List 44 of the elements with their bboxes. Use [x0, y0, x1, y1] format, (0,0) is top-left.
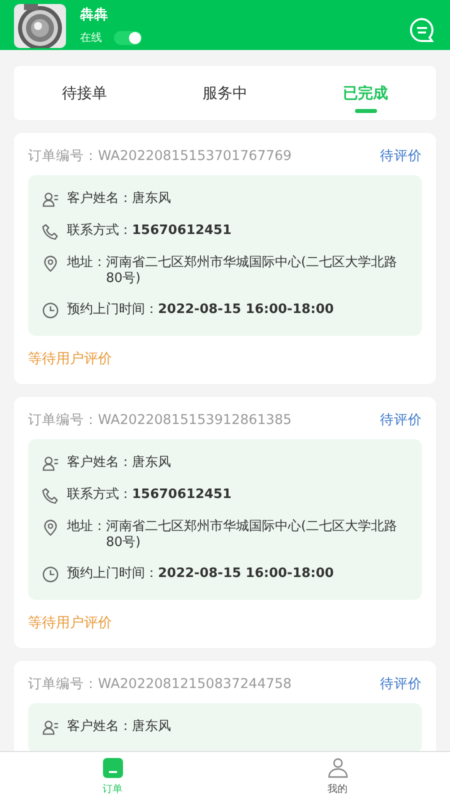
field-label: 预约上门时间： [67, 302, 158, 318]
field-label: 联系方式： [67, 487, 132, 503]
order-status: 待评价 [380, 411, 422, 429]
field-label: 联系方式： [67, 223, 132, 239]
field-value: 河南省二七区郑州市华城国际中心(二七区大学北路80号) [106, 255, 398, 287]
field-value: 15670612451 [132, 487, 232, 503]
field-label: 客户姓名： [67, 719, 132, 735]
document-icon [102, 756, 124, 778]
field-value: 15670612451 [132, 223, 232, 239]
tab[interactable]: 待接单 [14, 66, 155, 120]
phone-icon [42, 487, 59, 504]
field-value: 唐东风 [132, 719, 171, 735]
user-name: 犇犇 [80, 6, 109, 24]
location-pin-icon [42, 255, 59, 272]
person-icon [42, 719, 59, 736]
nav-item[interactable]: 我的 [225, 752, 450, 800]
field-label: 预约上门时间： [67, 566, 158, 582]
clock-icon [42, 302, 59, 319]
order-number: 订单编号：WA20220815153912861385 [28, 411, 292, 429]
field-value: 唐东风 [132, 191, 171, 207]
profile-icon [326, 756, 348, 778]
awaiting-review-text: 等待用户评价 [28, 614, 113, 632]
field-label: 地址： [67, 255, 106, 271]
person-icon [42, 191, 59, 208]
tab[interactable]: 服务中 [154, 66, 296, 120]
status-label: 在线 [80, 30, 102, 45]
awaiting-review-text: 等待用户评价 [28, 350, 113, 368]
message-icon[interactable] [408, 16, 436, 44]
field-label: 客户姓名： [67, 455, 132, 471]
field-value: 河南省二七区郑州市华城国际中心(二七区大学北路80号) [106, 519, 398, 551]
order-number: 订单编号：WA20220815153701767769 [28, 147, 292, 165]
order-status: 待评价 [380, 147, 422, 165]
field-label: 客户姓名： [67, 191, 132, 207]
online-toggle[interactable] [114, 30, 142, 44]
order-status: 待评价 [380, 675, 422, 693]
order-number: 订单编号：WA20220812150837244758 [28, 675, 292, 693]
field-label: 地址： [67, 519, 106, 535]
location-pin-icon [42, 519, 59, 536]
phone-icon [42, 223, 59, 240]
field-value: 2022-08-15 16:00-18:00 [158, 302, 334, 318]
person-icon [42, 455, 59, 472]
field-value: 2022-08-15 16:00-18:00 [158, 566, 334, 582]
field-value: 唐东风 [132, 455, 171, 471]
clock-icon [42, 566, 59, 583]
